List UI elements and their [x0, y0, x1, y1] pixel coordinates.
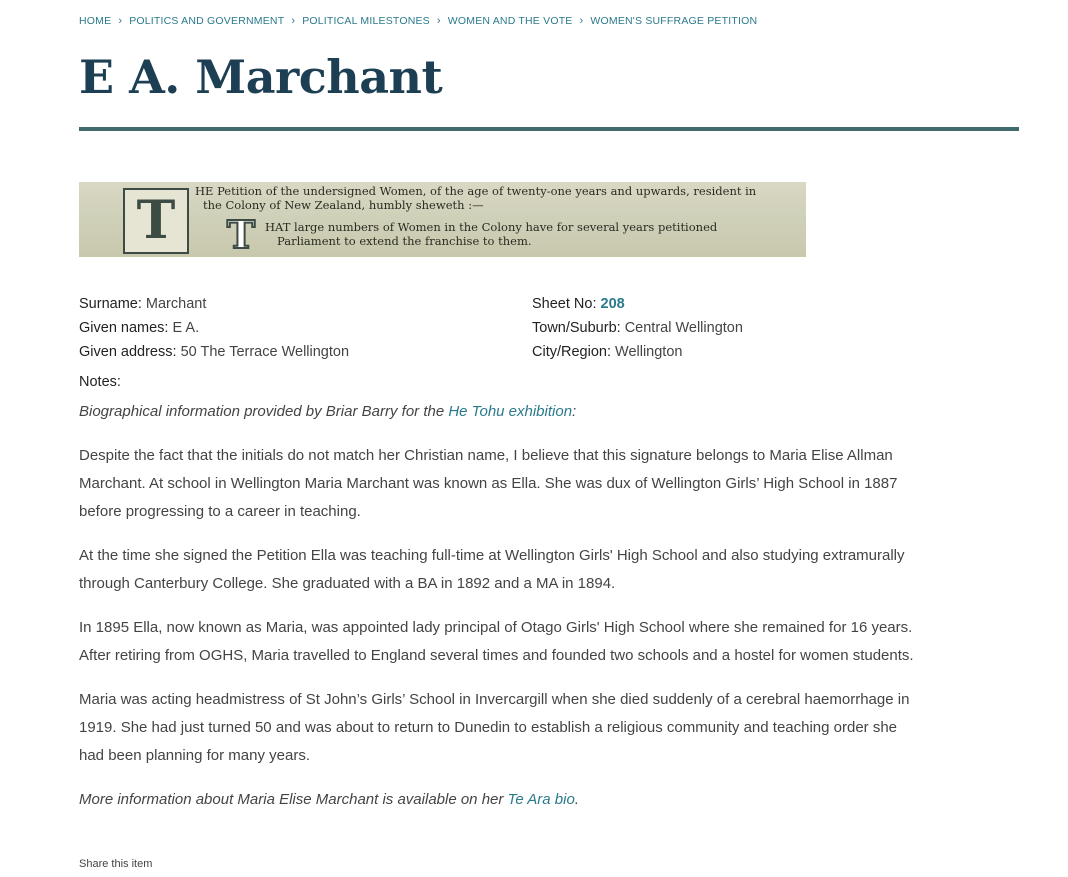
bio-paragraph: At the time she signed the Petition Ella…: [79, 547, 905, 592]
given-names-label: Given names:: [79, 320, 169, 336]
bio-paragraph: Despite the fact that the initials do no…: [79, 447, 898, 520]
bio-paragraph: Maria was acting headmistress of St John…: [79, 691, 910, 764]
town-label: Town/Suburb:: [532, 320, 621, 336]
more-info: More information about Maria Elise March…: [79, 786, 924, 814]
breadcrumb-women-vote-link[interactable]: WOMEN AND THE VOTE: [448, 15, 573, 27]
surname-label: Surname:: [79, 296, 142, 312]
notes-intro: Biographical information provided by Bri…: [79, 398, 924, 426]
city-value: Wellington: [615, 344, 683, 360]
he-tohu-link[interactable]: He Tohu exhibition: [448, 403, 572, 420]
more-info-text: More information about Maria Elise March…: [79, 791, 508, 808]
title-divider: [79, 127, 1019, 131]
address-value: 50 The Terrace Wellington: [180, 344, 350, 360]
sheet-row: Sheet No: 208: [532, 292, 743, 316]
chevron-right-icon: ›: [579, 15, 584, 27]
bio-paragraph: In 1895 Ella, now known as Maria, was ap…: [79, 619, 914, 664]
city-label: City/Region:: [532, 344, 611, 360]
petition-line: the Colony of New Zealand, humbly shewet…: [203, 198, 484, 212]
sheet-number-link[interactable]: 208: [601, 296, 625, 312]
petition-line: HAT large numbers of Women in the Colony…: [265, 220, 718, 234]
notes-label: Notes:: [79, 374, 121, 390]
petition-line: HE Petition of the undersigned Women, of…: [195, 184, 757, 198]
address-row: Given address: 50 The Terrace Wellington: [79, 340, 349, 364]
petition-header-image: T HE Petition of the undersigned Women, …: [79, 182, 806, 257]
given-names-row: Given names: E A.: [79, 316, 349, 340]
notes-intro-end: :: [572, 403, 577, 420]
city-row: City/Region: Wellington: [532, 340, 743, 364]
te-ara-link[interactable]: Te Ara bio: [508, 791, 575, 808]
share-label: Share this item: [79, 858, 153, 870]
town-value: Central Wellington: [624, 320, 743, 336]
address-label: Given address:: [79, 344, 177, 360]
breadcrumb-milestones-link[interactable]: POLITICAL MILESTONES: [302, 15, 430, 27]
town-row: Town/Suburb: Central Wellington: [532, 316, 743, 340]
breadcrumb-petition-link[interactable]: WOMEN'S SUFFRAGE PETITION: [590, 15, 757, 27]
chevron-right-icon: ›: [118, 15, 123, 27]
sheet-label: Sheet No:: [532, 296, 597, 312]
decorative-initial: T: [226, 212, 256, 257]
more-info-end: .: [574, 791, 579, 808]
chevron-right-icon: ›: [291, 15, 296, 27]
signatory-details-left: Surname: Marchant Given names: E A. Give…: [79, 292, 349, 364]
given-names-value: E A.: [172, 320, 200, 336]
illuminated-initial: T: [123, 188, 189, 254]
page-title: E A. Marchant: [79, 50, 443, 104]
breadcrumb-politics-link[interactable]: POLITICS AND GOVERNMENT: [129, 15, 284, 27]
notes-intro-text: Biographical information provided by Bri…: [79, 403, 449, 420]
surname-value: Marchant: [145, 296, 207, 312]
signatory-details-right: Sheet No: 208 Town/Suburb: Central Welli…: [532, 292, 743, 364]
breadcrumb: HOME › POLITICS AND GOVERNMENT › POLITIC…: [79, 15, 757, 27]
surname-row: Surname: Marchant: [79, 292, 349, 316]
breadcrumb-home-link[interactable]: HOME: [79, 15, 111, 27]
chevron-right-icon: ›: [436, 15, 441, 27]
petition-line: Parliament to extend the franchise to th…: [277, 234, 532, 248]
notes-body: Biographical information provided by Bri…: [79, 398, 924, 830]
